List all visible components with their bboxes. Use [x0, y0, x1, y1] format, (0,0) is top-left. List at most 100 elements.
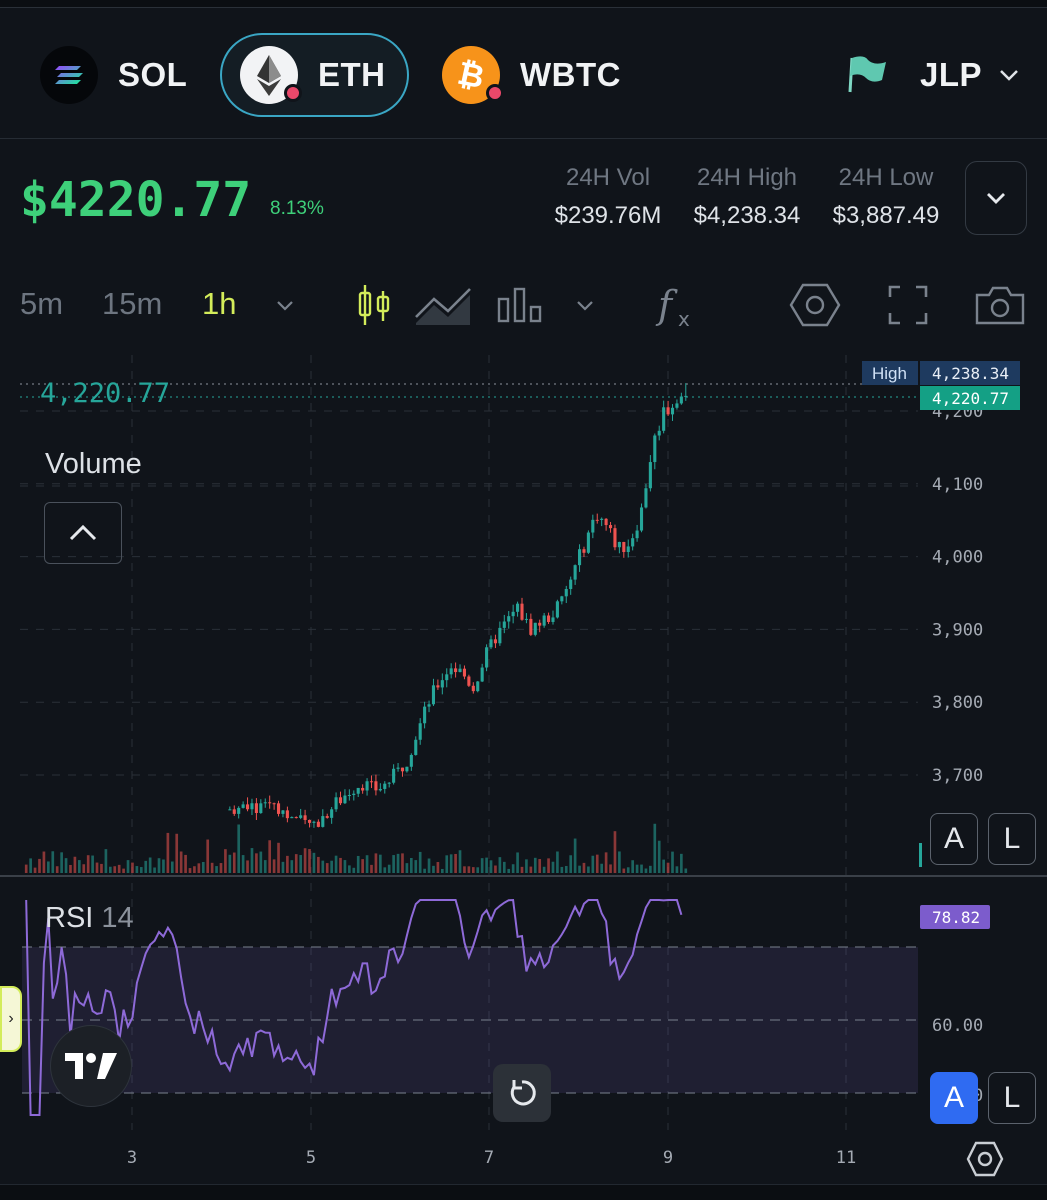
- indicators-button[interactable]: f x: [654, 280, 700, 330]
- candle-body: [507, 616, 511, 622]
- candle-body: [608, 525, 613, 529]
- volume-bar: [414, 860, 418, 873]
- volume-bar: [578, 865, 581, 873]
- volume-bar: [179, 851, 183, 873]
- rsi-auto-scale-button[interactable]: A: [930, 1072, 978, 1124]
- volume-bar: [321, 860, 325, 873]
- volume-bar: [153, 867, 156, 873]
- volume-bar: [445, 855, 449, 873]
- area-chart-button[interactable]: [414, 280, 474, 330]
- candle-body: [595, 519, 599, 521]
- x-tick-label: 9: [662, 1148, 674, 1168]
- candle-body: [591, 519, 595, 533]
- candle-body: [560, 596, 564, 602]
- expand-stats-button[interactable]: [965, 161, 1027, 235]
- volume-bar: [671, 851, 674, 873]
- volume-bar: [529, 866, 533, 873]
- fullscreen-icon: [888, 285, 928, 325]
- volume-bar: [317, 856, 320, 873]
- candle-body: [241, 804, 245, 808]
- volume-bar: [365, 855, 369, 873]
- candle-body: [356, 787, 360, 794]
- price-chart[interactable]: 4,2004,1004,0003,9003,8003,70060.0040.00…: [0, 355, 1047, 1145]
- volume-bar: [135, 866, 139, 873]
- token-wbtc[interactable]: ₿ WBTC: [442, 33, 621, 117]
- candle-body: [232, 809, 236, 814]
- volume-bar: [516, 852, 519, 873]
- chevron-down-icon: [1000, 70, 1018, 81]
- token-sol[interactable]: SOL: [40, 33, 187, 117]
- candle-body: [569, 579, 573, 590]
- candle-body: [290, 817, 294, 819]
- candle-body: [343, 795, 347, 804]
- chart-settings-button[interactable]: [788, 280, 842, 330]
- candlestick-chart-button[interactable]: [352, 280, 396, 330]
- timeframe-15m[interactable]: 15m: [102, 286, 162, 322]
- candle-body: [476, 681, 480, 692]
- tradingview-logo[interactable]: [50, 1025, 132, 1107]
- volume-bar: [206, 839, 210, 873]
- volume-bar: [379, 854, 382, 873]
- volume-bar: [405, 863, 409, 873]
- volume-bar: [78, 860, 81, 873]
- chevron-down-icon: [987, 193, 1005, 204]
- volume-bar: [533, 857, 537, 873]
- price-auto-scale-button[interactable]: A: [930, 813, 978, 865]
- volume-bar: [374, 853, 378, 873]
- svg-text:f: f: [655, 283, 678, 327]
- fullscreen-button[interactable]: [884, 280, 932, 330]
- candle-body: [679, 396, 683, 404]
- price-log-scale-button[interactable]: L: [988, 813, 1036, 865]
- stat-value: $3,887.49: [832, 202, 940, 229]
- candle-body: [662, 407, 666, 431]
- candle-body: [670, 407, 675, 415]
- volume-bar: [432, 865, 435, 873]
- volume-bar: [587, 866, 590, 873]
- volume-bar: [485, 857, 488, 873]
- volume-collapse-button[interactable]: [44, 502, 122, 564]
- volume-bar: [662, 859, 665, 873]
- volume-bar: [440, 868, 444, 873]
- side-panel-toggle[interactable]: ›: [0, 986, 22, 1052]
- y-tick-label: 4,000: [932, 548, 983, 568]
- volume-bar: [259, 851, 263, 873]
- candle-body: [573, 565, 577, 580]
- reset-chart-button[interactable]: [493, 1064, 551, 1122]
- candle-body: [321, 816, 325, 827]
- volume-bar: [100, 863, 103, 873]
- candle-body: [498, 627, 502, 644]
- volume-bar: [595, 854, 599, 873]
- candle-body: [657, 430, 661, 436]
- rsi-indicator-label: RSI 14: [45, 902, 134, 935]
- axis-settings-icon[interactable]: [966, 1140, 1004, 1178]
- screenshot-button[interactable]: [972, 280, 1028, 330]
- candle-body: [613, 528, 617, 548]
- candle-body: [462, 668, 467, 677]
- rsi-log-scale-button[interactable]: L: [988, 1072, 1036, 1124]
- x-tick-label: 5: [305, 1148, 317, 1168]
- volume-bar: [246, 860, 249, 873]
- token-jlp-dropdown[interactable]: JLP: [842, 33, 1020, 117]
- volume-bar: [436, 862, 440, 873]
- timeframe-more-button[interactable]: [270, 280, 300, 330]
- candle-body: [423, 706, 427, 724]
- refresh-icon: [510, 1080, 536, 1106]
- volume-bar: [392, 855, 395, 873]
- volume-bar: [387, 864, 391, 873]
- chart-type-more-button[interactable]: [570, 280, 600, 330]
- volume-bar: [91, 855, 94, 873]
- timeframe-5m[interactable]: 5m: [20, 286, 63, 322]
- volume-bar: [467, 866, 471, 873]
- camera-icon: [975, 286, 1025, 325]
- bar-chart-button[interactable]: [494, 280, 546, 330]
- volume-bar: [73, 856, 77, 873]
- candle-body: [480, 667, 484, 682]
- volume-bar: [675, 866, 679, 873]
- token-eth[interactable]: ETH: [220, 33, 409, 117]
- current-price: $4220.77: [20, 172, 252, 228]
- volume-bar: [272, 859, 276, 873]
- candle-body: [392, 768, 396, 783]
- candle-body: [631, 538, 635, 547]
- timeframe-1h[interactable]: 1h: [202, 286, 236, 322]
- candle-body: [245, 804, 250, 810]
